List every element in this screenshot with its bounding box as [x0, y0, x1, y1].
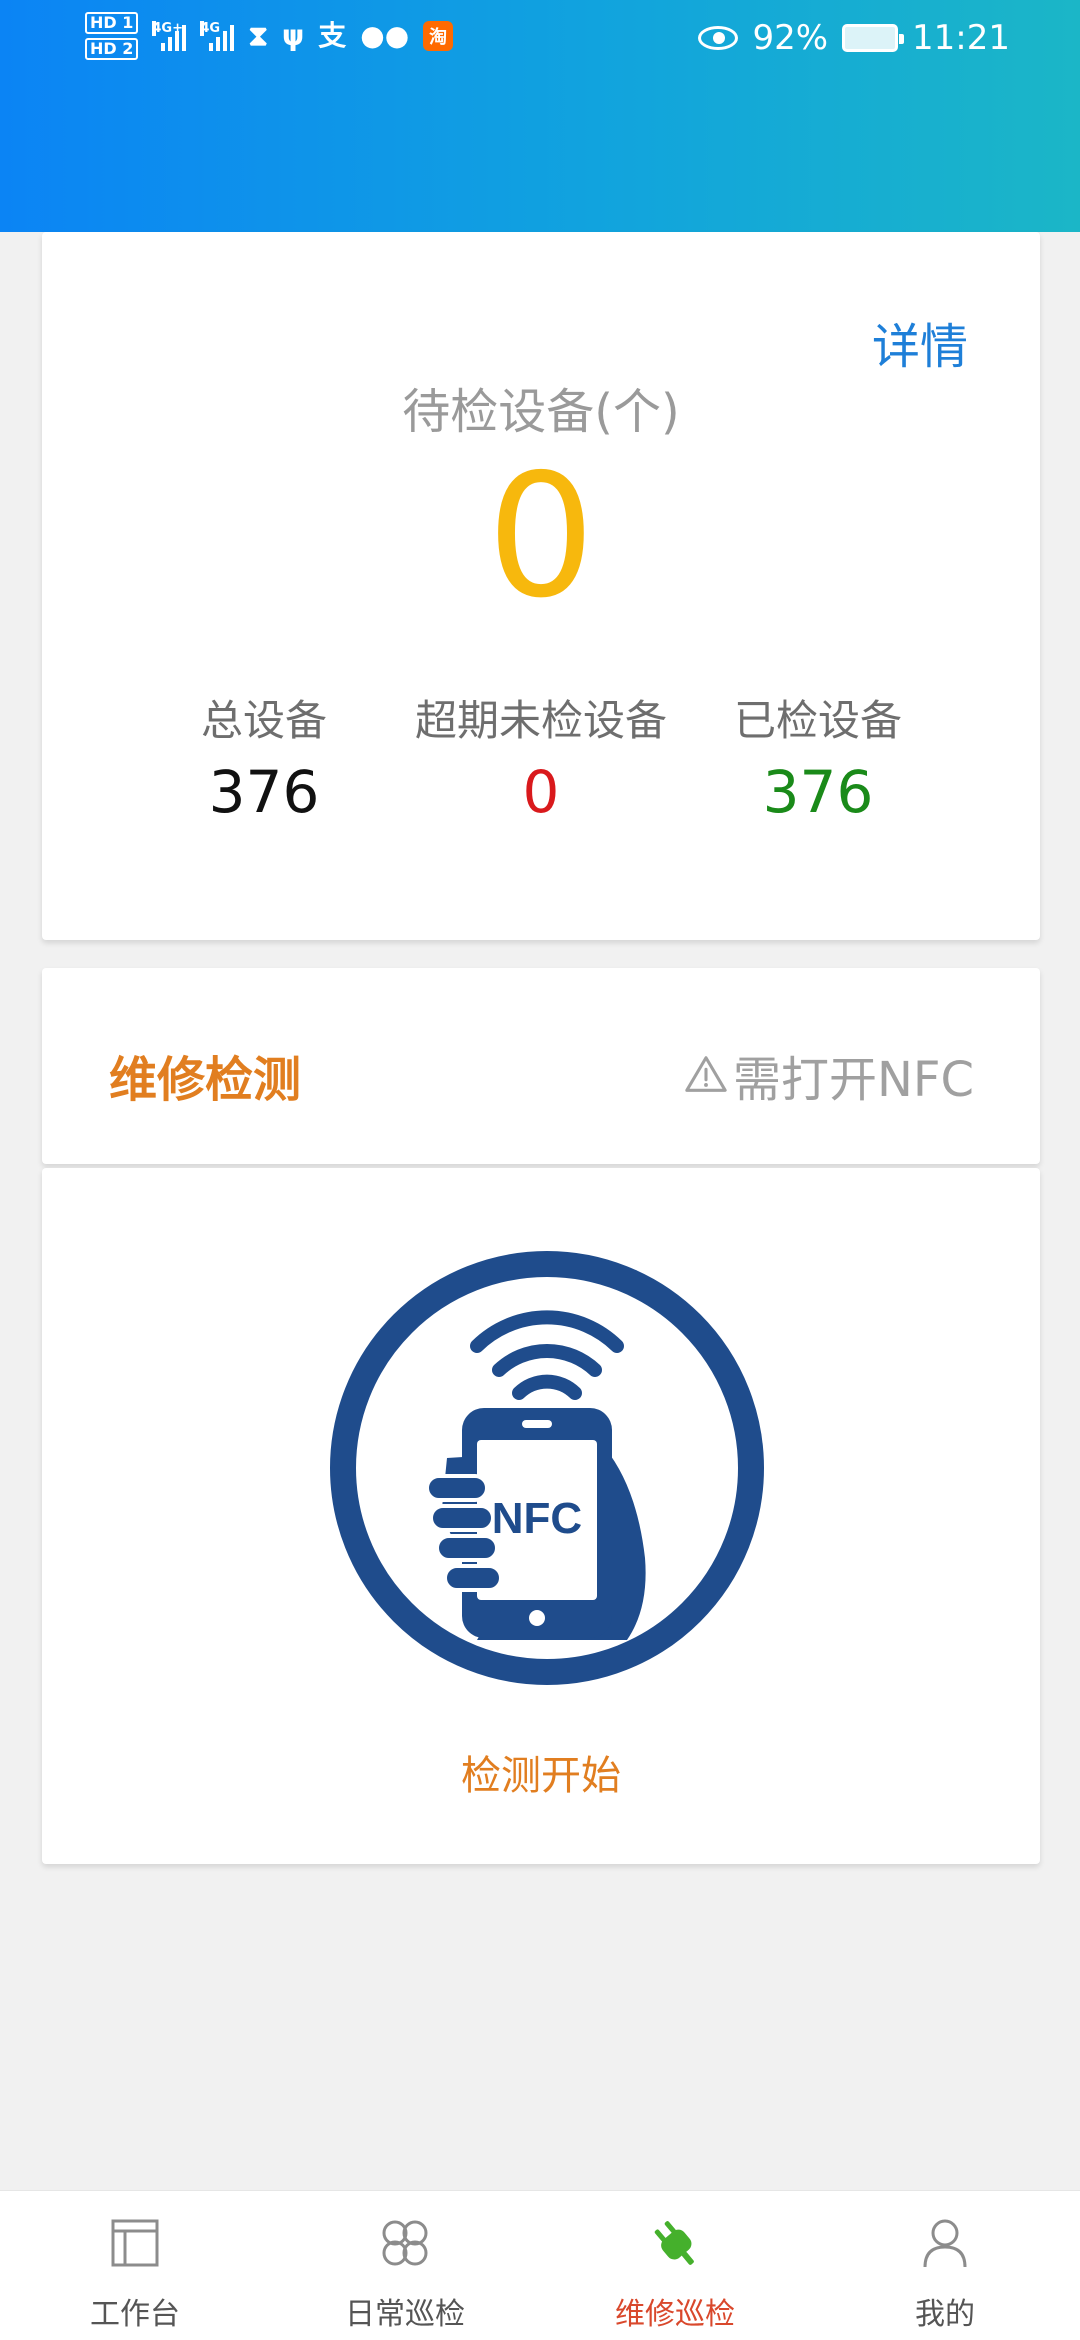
- signal-2-label: 4G: [200, 21, 221, 36]
- stat-overdue-devices: 超期未检设备 0: [391, 687, 691, 826]
- summary-card: 详情 待检设备(个) 0 总设备 376 超期未检设备 0 已检设备 376: [42, 232, 1040, 940]
- warning-icon: [685, 1056, 727, 1092]
- nav-label: 日常巡检: [345, 2297, 465, 2332]
- signal-2-icon: 4G: [200, 21, 235, 51]
- maintenance-header: 维修检测 需打开NFC: [42, 968, 1040, 1164]
- stat-inspected-devices: 已检设备 376: [668, 687, 968, 826]
- signal-1-icon: 4G+: [152, 21, 187, 51]
- sim2-badge: HD 2: [85, 38, 139, 60]
- bottom-nav: 工作台 日常巡检 维修巡检 我的: [0, 2190, 1080, 2340]
- alipay-icon: 支: [318, 19, 347, 52]
- nav-item-daily-inspection[interactable]: 日常巡检: [270, 2191, 540, 2340]
- status-left: HD 1 HD 2 4G+ 4G ⧗ ψ 支 ●● 淘: [85, 12, 454, 60]
- sim1-badge: HD 1: [85, 12, 139, 34]
- stat-value: 376: [208, 758, 320, 826]
- start-inspection-button[interactable]: 检测开始: [42, 1743, 1040, 1801]
- stat-value: 376: [762, 758, 874, 826]
- stat-label: 超期未检设备: [414, 696, 667, 745]
- wechat-icon: ●●: [360, 19, 410, 52]
- taobao-icon: 淘: [423, 21, 454, 51]
- battery-percent: 92%: [752, 18, 829, 58]
- signal-1-label: 4G+: [152, 21, 183, 36]
- battery-icon: [842, 24, 905, 52]
- plug-icon: [654, 2221, 694, 2265]
- nfc-scan-card: NFC 检测开始: [42, 1168, 1040, 1864]
- nav-label: 我的: [915, 2297, 975, 2332]
- user-icon: [923, 2219, 967, 2268]
- pending-devices-label: 待检设备(个): [402, 384, 680, 440]
- stat-label: 已检设备: [733, 696, 902, 745]
- nfc-phone-icon[interactable]: NFC: [327, 1248, 767, 1688]
- sim-indicators: HD 1 HD 2: [85, 12, 139, 60]
- maintenance-title: 维修检测: [109, 1052, 302, 1108]
- status-bar: HD 1 HD 2 4G+ 4G ⧗ ψ 支 ●● 淘 92% 11:21: [0, 0, 1080, 80]
- nfc-required-hint: 需打开NFC: [683, 1040, 974, 1110]
- usb-icon: ψ: [282, 19, 305, 52]
- workbench-icon: [111, 2219, 159, 2267]
- detail-link[interactable]: 详情: [872, 307, 968, 377]
- stat-value: 0: [522, 758, 560, 826]
- nav-item-mine[interactable]: 我的: [810, 2191, 1080, 2340]
- nfc-logo-text: NFC: [492, 1494, 582, 1543]
- clock: 11:21: [912, 18, 1010, 58]
- stat-label: 总设备: [200, 696, 327, 745]
- status-right: 92% 11:21: [698, 18, 1010, 58]
- nfc-hint-text: 需打开NFC: [732, 1052, 974, 1108]
- nav-label: 工作台: [90, 2297, 180, 2332]
- nav-item-workbench[interactable]: 工作台: [0, 2191, 270, 2340]
- stat-total-devices: 总设备 376: [114, 687, 414, 826]
- nav-label: 维修巡检: [615, 2297, 735, 2332]
- grid-icon: [382, 2220, 428, 2266]
- hourglass-icon: ⧗: [248, 19, 269, 52]
- pending-devices-count: 0: [486, 438, 596, 636]
- nav-item-maintenance-inspection[interactable]: 维修巡检: [540, 2191, 810, 2340]
- eye-icon: [698, 26, 739, 50]
